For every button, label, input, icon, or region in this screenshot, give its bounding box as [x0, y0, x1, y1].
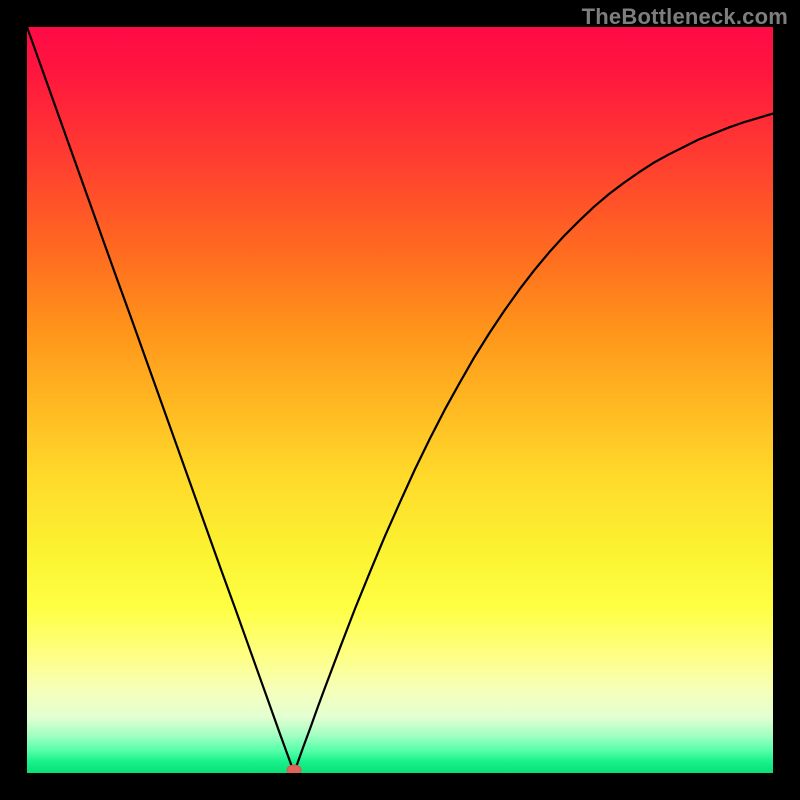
- plot-area: [27, 27, 773, 773]
- bottleneck-curve: [27, 27, 773, 773]
- chart-frame: TheBottleneck.com: [0, 0, 800, 800]
- watermark-label: TheBottleneck.com: [582, 4, 788, 30]
- minimum-marker: [287, 765, 301, 773]
- chart-svg: [27, 27, 773, 773]
